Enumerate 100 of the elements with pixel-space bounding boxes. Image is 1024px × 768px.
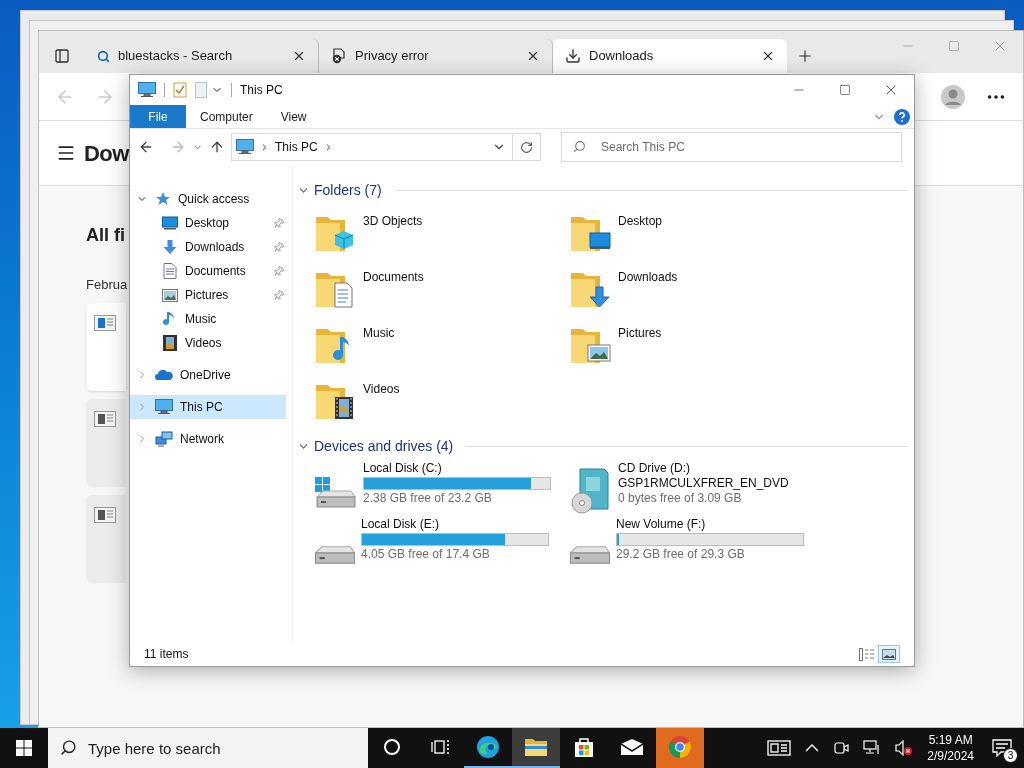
download-icon: [565, 48, 581, 64]
volume-label: GSP1RMCULXFRER_EN_DVD: [618, 476, 790, 491]
free-space: 4.05 GB free of 17.4 GB: [361, 547, 491, 562]
ribbon-tab[interactable]: View: [266, 105, 321, 128]
windows-logo-icon: [16, 740, 32, 756]
nav-item[interactable]: Music: [130, 307, 286, 331]
nav-item[interactable]: Videos: [130, 331, 286, 355]
item-count: 11 items: [144, 646, 190, 663]
nav-label: Pictures: [185, 287, 230, 304]
computer-icon: [138, 82, 156, 98]
camera-icon[interactable]: [833, 740, 850, 756]
close-icon[interactable]: [526, 49, 540, 63]
drive-name: Local Disk (E:): [361, 517, 441, 532]
tab-title: bluestacks - Search: [118, 47, 234, 66]
hard-drive-icon: [315, 546, 355, 564]
nav-item[interactable]: Desktop: [130, 211, 286, 235]
chevron-up-icon[interactable]: [805, 743, 820, 753]
nav-item[interactable]: OneDrive: [130, 363, 286, 387]
nav-item[interactable]: Network: [130, 427, 286, 451]
nav-label: Downloads: [185, 239, 246, 256]
folder-name: Documents: [363, 269, 424, 286]
chrome-logo-icon: [668, 735, 692, 759]
notification-count: 3: [1003, 748, 1018, 763]
group-header[interactable]: Devices and drives (4): [297, 435, 908, 457]
document-icon: [163, 263, 177, 279]
nav-item[interactable]: Pictures: [130, 283, 286, 307]
drive-tile[interactable]: CD Drive (D:) GSP1RMCULXFRER_EN_DVD 0 bytes free of 3.09 GB: [568, 459, 823, 515]
address-bar[interactable]: This PC: [231, 133, 541, 161]
nav-item[interactable]: Quick access: [130, 187, 286, 211]
network-icon[interactable]: [863, 740, 882, 756]
drive-name: New Volume (F:): [616, 517, 707, 532]
download-card[interactable]: [86, 398, 126, 487]
group-title: Folders (7): [314, 180, 382, 200]
shopping-bag-icon: [573, 736, 595, 758]
news-icon[interactable]: [767, 740, 792, 756]
folder-tile[interactable]: Music: [313, 315, 568, 371]
computer-icon: [155, 399, 173, 415]
breadcrumb-item[interactable]: This PC: [275, 138, 318, 156]
folder-name: Videos: [363, 381, 400, 398]
tab-title: Privacy error: [355, 47, 430, 66]
ribbon-tab[interactable]: Computer: [186, 105, 267, 128]
close-icon[interactable]: [292, 49, 306, 63]
taskbar-search-field[interactable]: Type here to search: [48, 728, 368, 768]
folder-name: 3D Objects: [363, 213, 423, 230]
nav-label: Documents: [185, 263, 247, 280]
folder-tile[interactable]: Downloads: [568, 259, 823, 315]
help-icon[interactable]: [894, 108, 910, 125]
profile-avatar-icon[interactable]: [941, 84, 965, 109]
browser-tab[interactable]: Downloads: [553, 39, 787, 73]
search-field[interactable]: Search This PC: [561, 132, 902, 162]
folder-tile[interactable]: Pictures: [568, 315, 823, 371]
properties-icon[interactable]: [173, 82, 187, 98]
file-icon: [94, 410, 116, 427]
file-icon: [94, 314, 116, 331]
computer-icon: [236, 139, 254, 155]
search-icon: [60, 739, 77, 756]
muted-speaker-icon[interactable]: [895, 740, 914, 756]
refresh-icon[interactable]: [520, 140, 533, 154]
folder-tile[interactable]: Documents: [313, 259, 568, 315]
nav-label: Music: [185, 311, 218, 328]
folder-name: Downloads: [618, 269, 678, 286]
folder-tile[interactable]: Desktop: [568, 203, 823, 259]
music-note-icon: [163, 311, 177, 327]
clock[interactable]: 5:19 AM 2/9/2024: [921, 732, 980, 764]
task-view-icon: [431, 738, 449, 756]
drive-tile[interactable]: Local Disk (E:) 4.05 GB free of 17.4 GB: [313, 515, 568, 571]
taskbar-button[interactable]: [512, 728, 560, 768]
circle-icon: [383, 738, 401, 756]
folder-tile[interactable]: 3D Objects: [313, 203, 568, 259]
tab-title: Downloads: [589, 47, 655, 66]
error-page-icon: [331, 48, 347, 64]
group-header[interactable]: Folders (7): [297, 179, 908, 201]
date-text: 2/9/2024: [927, 748, 974, 764]
drive-tile[interactable]: Local Disk (C:) 2.38 GB free of 23.2 GB: [313, 459, 568, 515]
drive-tile[interactable]: New Volume (F:) 29.2 GB free of 29.3 GB: [568, 515, 823, 571]
free-space: 29.2 GB free of 29.3 GB: [616, 547, 746, 562]
close-icon[interactable]: [761, 49, 775, 63]
nav-item[interactable]: Downloads: [130, 235, 286, 259]
nav-label: This PC: [180, 399, 223, 416]
menu-icon[interactable]: [56, 143, 76, 163]
nav-label: Desktop: [185, 215, 231, 232]
back-icon[interactable]: [138, 139, 154, 155]
cloud-icon: [155, 369, 173, 381]
time-text: 5:19 AM: [928, 732, 973, 748]
section-heading: All fi: [86, 224, 125, 247]
network-icon: [155, 431, 173, 447]
search-icon: [573, 140, 586, 153]
tab-actions-icon: [54, 48, 70, 64]
download-card[interactable]: [86, 494, 126, 583]
large-icons-view-button[interactable]: [878, 645, 900, 663]
drive-name: CD Drive (D:): [618, 461, 691, 476]
up-icon[interactable]: [209, 139, 225, 155]
nav-item[interactable]: Documents: [130, 259, 286, 283]
picture-icon: [162, 288, 178, 302]
nav-item[interactable]: This PC: [130, 395, 286, 419]
free-space: 0 bytes free of 3.09 GB: [618, 491, 743, 506]
notifications-button[interactable]: 3: [980, 728, 1024, 768]
download-card[interactable]: [86, 302, 126, 391]
group-title: Devices and drives (4): [314, 436, 454, 456]
folder-tile[interactable]: Videos: [313, 371, 568, 427]
